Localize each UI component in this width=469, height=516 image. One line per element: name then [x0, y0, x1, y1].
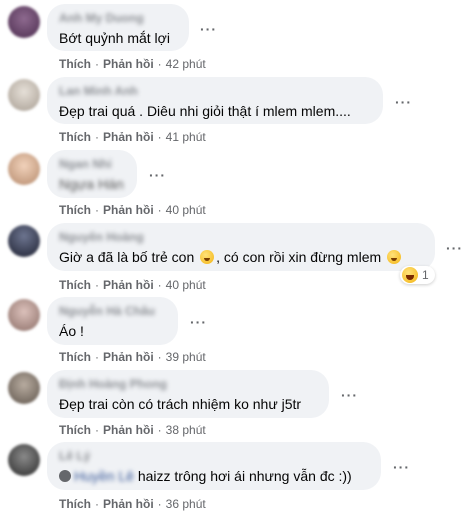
comment-text: Huyền Lê haizz trông hơi ái nhưng vẫn đc…: [59, 467, 369, 485]
separator: ·: [157, 203, 162, 217]
comment-actions: Thích · Phản hồi · 36 phút: [59, 497, 206, 511]
separator: ·: [95, 497, 99, 511]
reaction-badge[interactable]: 1: [400, 266, 435, 284]
comment-actions: Thích · Phản hồi · 40 phút: [59, 278, 206, 292]
avatar[interactable]: [8, 444, 40, 476]
commenter-name[interactable]: Nguyễn Hà Châu: [59, 304, 166, 318]
commenter-name[interactable]: Ngan Nhi: [59, 157, 125, 171]
avatar[interactable]: [8, 6, 40, 38]
commenter-name[interactable]: Lê Lý: [59, 449, 369, 463]
avatar[interactable]: [8, 299, 40, 331]
comment-timestamp[interactable]: 40 phút: [166, 203, 206, 217]
comment-timestamp[interactable]: 38 phút: [166, 423, 206, 437]
comment-actions: Thích · Phản hồi · 38 phút: [59, 423, 206, 437]
comment-timestamp[interactable]: 40 phút: [166, 278, 206, 292]
commenter-name[interactable]: Định Hoàng Phong: [59, 377, 317, 391]
mention-link[interactable]: Huyền Lê: [74, 468, 134, 484]
more-options-icon[interactable]: ···: [149, 168, 166, 182]
comment-bubble: Ngan Nhi Ngựa Hán: [47, 150, 137, 198]
separator: ·: [157, 497, 162, 511]
comment-text-part: haizz trông hơi ái nhưng vẫn đc :)): [137, 468, 352, 484]
separator: ·: [157, 57, 162, 71]
smiling-face-icon: [200, 250, 215, 264]
separator: ·: [95, 278, 99, 292]
more-options-icon[interactable]: ···: [393, 460, 410, 474]
avatar[interactable]: [8, 225, 40, 257]
comment-text-part: Giờ a đã là bố trẻ con: [59, 249, 195, 265]
comment-timestamp[interactable]: 36 phút: [166, 497, 206, 511]
reply-button[interactable]: Phản hồi: [103, 57, 154, 71]
separator: ·: [95, 57, 99, 71]
comment-bubble: Anh My Duong Bớt quỷnh mắt lợi: [47, 4, 189, 51]
comment-bubble: Định Hoàng Phong Đẹp trai còn có trách n…: [47, 370, 329, 418]
comment-bubble: Lê Lý Huyền Lê haizz trông hơi ái nhưng …: [47, 442, 381, 490]
like-button[interactable]: Thích: [59, 423, 91, 437]
like-button[interactable]: Thích: [59, 57, 91, 71]
comment-bubble: Nguyên Hoàng Giờ a đã là bố trẻ con , có…: [47, 223, 435, 271]
comment-actions: Thích · Phản hồi · 41 phút: [59, 130, 206, 144]
comment-timestamp[interactable]: 42 phút: [166, 57, 206, 71]
separator: ·: [95, 130, 99, 144]
comment-timestamp[interactable]: 39 phút: [166, 350, 206, 364]
separator: ·: [157, 423, 162, 437]
more-options-icon[interactable]: ···: [200, 22, 217, 36]
comment-actions: Thích · Phản hồi · 40 phút: [59, 203, 206, 217]
comment-text: Giờ a đã là bố trẻ con , có con rồi xin …: [59, 248, 423, 266]
reply-button[interactable]: Phản hồi: [103, 130, 154, 144]
comment-text: Đẹp trai quá . Diêu nhi giỏi thật í mlem…: [59, 103, 351, 119]
smiling-face-icon: [387, 250, 402, 264]
avatar[interactable]: [8, 153, 40, 185]
commenter-name[interactable]: Lan Minh Anh: [59, 84, 371, 98]
comment-actions: Thích · Phản hồi · 42 phút: [59, 57, 206, 71]
comment-text: Bớt quỷnh mắt lợi: [59, 30, 170, 46]
comment-text: Áo !: [59, 323, 84, 339]
comment-text: Đẹp trai còn có trách nhiệm ko như j5tr: [59, 396, 302, 412]
separator: ·: [95, 350, 99, 364]
commenter-name[interactable]: Anh My Duong: [59, 11, 177, 25]
comment-text: Ngựa Hán: [59, 176, 124, 192]
more-options-icon[interactable]: ···: [446, 241, 463, 255]
separator: ·: [157, 130, 162, 144]
like-button[interactable]: Thích: [59, 130, 91, 144]
haha-reaction-icon: [402, 267, 418, 283]
commenter-name[interactable]: Nguyên Hoàng: [59, 230, 423, 244]
reply-button[interactable]: Phản hồi: [103, 350, 154, 364]
more-options-icon[interactable]: ···: [341, 388, 358, 402]
comment-bubble: Nguyễn Hà Châu Áo !: [47, 297, 178, 345]
reply-button[interactable]: Phản hồi: [103, 203, 154, 217]
avatar[interactable]: [8, 79, 40, 111]
reply-button[interactable]: Phản hồi: [103, 423, 154, 437]
more-options-icon[interactable]: ···: [395, 95, 412, 109]
reaction-count: 1: [422, 268, 429, 282]
comment-bubble: Lan Minh Anh Đẹp trai quá . Diêu nhi giỏ…: [47, 77, 383, 124]
reply-button[interactable]: Phản hồi: [103, 497, 154, 511]
like-button[interactable]: Thích: [59, 203, 91, 217]
like-button[interactable]: Thích: [59, 497, 91, 511]
comment-timestamp[interactable]: 41 phút: [166, 130, 206, 144]
avatar[interactable]: [8, 372, 40, 404]
like-button[interactable]: Thích: [59, 278, 91, 292]
mention-icon: [59, 470, 71, 482]
separator: ·: [157, 350, 162, 364]
separator: ·: [157, 278, 162, 292]
comment-text-part: , có con rồi xin đừng mlem: [216, 249, 382, 265]
comment-thread: Anh My Duong Bớt quỷnh mắt lợi ··· Thích…: [0, 0, 469, 516]
like-button[interactable]: Thích: [59, 350, 91, 364]
reply-button[interactable]: Phản hồi: [103, 278, 154, 292]
more-options-icon[interactable]: ···: [190, 315, 207, 329]
separator: ·: [95, 423, 99, 437]
separator: ·: [95, 203, 99, 217]
comment-actions: Thích · Phản hồi · 39 phút: [59, 350, 206, 364]
